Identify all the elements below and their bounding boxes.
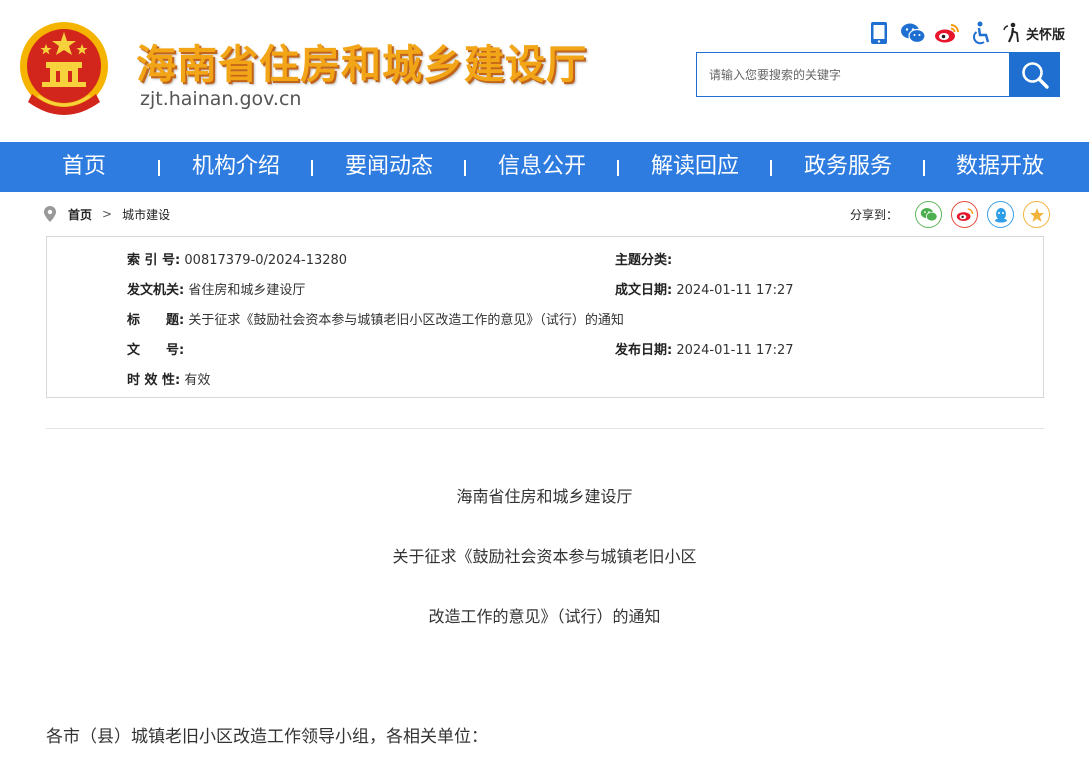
info-index-label: 索 引 号: — [127, 253, 181, 268]
share-wechat-button[interactable] — [915, 201, 943, 228]
info-published-label: 发布日期: — [615, 343, 673, 358]
article-org: 海南省住房和城乡建设厅 — [456, 487, 633, 506]
search-input[interactable] — [697, 53, 1010, 96]
weibo-icon[interactable] — [934, 20, 960, 46]
info-title-value: 关于征求《鼓励社会资本参与城镇老旧小区改造工作的意见》（试行）的通知 — [188, 313, 624, 328]
breadcrumb-arrow: > — [102, 207, 113, 221]
article-title-line-1: 关于征求《鼓励社会资本参与城镇老旧小区 — [392, 547, 697, 566]
share-label: 分享到： — [850, 208, 899, 222]
info-issuer: 发文机关: 省住房和城乡建设厅 — [127, 279, 305, 298]
info-title-label: 标 题: — [127, 313, 185, 328]
wechat-icon — [920, 208, 938, 222]
info-created-value: 2024-01-11 17:27 — [676, 283, 794, 298]
nav-item-services[interactable]: 政务服务 — [804, 142, 892, 192]
content-divider — [46, 428, 1044, 429]
info-topic: 主题分类: — [615, 249, 672, 268]
site-domain: zjt.hainan.gov.cn — [140, 88, 302, 110]
elder-care-label: 关怀版 — [1026, 27, 1066, 43]
info-index-value: 00817379-0/2024-13280 — [184, 253, 348, 268]
breadcrumb: 首页 > 城市建设 — [44, 204, 170, 224]
info-topic-label: 主题分类: — [615, 253, 673, 268]
wechat-icon[interactable] — [900, 20, 926, 46]
info-created: 成文日期: 2024-01-11 17:27 — [615, 279, 794, 298]
info-validity-label: 时 效 性: — [127, 373, 181, 388]
article-salutation: 各市（县）城镇老旧小区改造工作领导小组，各相关单位： — [46, 727, 488, 747]
info-published-value: 2024-01-11 17:27 — [676, 343, 794, 358]
search-button[interactable] — [1009, 52, 1060, 97]
nav-item-disclosure[interactable]: 信息公开 — [498, 142, 586, 192]
share-favorite-button[interactable] — [1023, 201, 1051, 228]
nav-separator — [158, 160, 160, 176]
info-published: 发布日期: 2024-01-11 17:27 — [615, 339, 794, 358]
breadcrumb-home[interactable]: 首页 — [68, 206, 92, 223]
article-title-line-2: 改造工作的意见》（试行）的通知 — [428, 607, 661, 626]
main-nav: 首页 机构介绍 要闻动态 信息公开 解读回应 政务服务 数据开放 — [0, 142, 1089, 192]
site-title: 海南省住房和城乡建设厅 — [136, 42, 587, 88]
search-icon — [1021, 61, 1049, 89]
share-qq-button[interactable] — [987, 201, 1015, 228]
info-created-label: 成文日期: — [615, 283, 673, 298]
nav-separator — [617, 160, 619, 176]
nav-separator — [464, 160, 466, 176]
weibo-icon — [956, 208, 973, 221]
nav-item-interpretation[interactable]: 解读回应 — [651, 142, 739, 192]
search-box — [696, 52, 1010, 97]
nav-item-news[interactable]: 要闻动态 — [345, 142, 433, 192]
site-header: 海南省住房和城乡建设厅 zjt.hainan.gov.cn 关怀版 — [0, 0, 1089, 142]
breadcrumb-current[interactable]: 城市建设 — [122, 206, 170, 223]
national-emblem-icon — [16, 16, 112, 120]
mobile-icon[interactable] — [866, 20, 892, 46]
header-tools: 关怀版 — [866, 20, 1065, 46]
nav-item-organization[interactable]: 机构介绍 — [192, 142, 280, 192]
info-issuer-value: 省住房和城乡建设厅 — [188, 283, 306, 298]
info-validity: 时 效 性: 有效 — [127, 369, 210, 388]
elder-care-button[interactable]: 关怀版 — [1002, 22, 1065, 44]
share-bar: 分享到： — [850, 201, 1051, 228]
nav-separator — [770, 160, 772, 176]
location-pin-icon — [44, 206, 56, 222]
info-docno: 文 号: — [127, 339, 184, 358]
info-issuer-label: 发文机关: — [127, 283, 185, 298]
nav-separator — [923, 160, 925, 176]
star-icon — [1029, 207, 1044, 222]
nav-item-home[interactable]: 首页 — [62, 142, 106, 192]
nav-item-open-data[interactable]: 数据开放 — [956, 142, 1044, 192]
nav-separator — [311, 160, 313, 176]
info-index: 索 引 号: 00817379-0/2024-13280 — [127, 249, 347, 268]
document-info-table: 索 引 号: 00817379-0/2024-13280 主题分类: 发文机关:… — [46, 236, 1044, 398]
info-validity-value: 有效 — [184, 373, 211, 388]
elder-care-icon — [1003, 22, 1019, 43]
info-docno-label: 文 号: — [127, 343, 185, 358]
accessibility-icon[interactable] — [968, 20, 994, 46]
qq-icon — [994, 207, 1007, 222]
info-title: 标 题: 关于征求《鼓励社会资本参与城镇老旧小区改造工作的意见》（试行）的通知 — [127, 309, 624, 328]
share-weibo-button[interactable] — [951, 201, 979, 228]
